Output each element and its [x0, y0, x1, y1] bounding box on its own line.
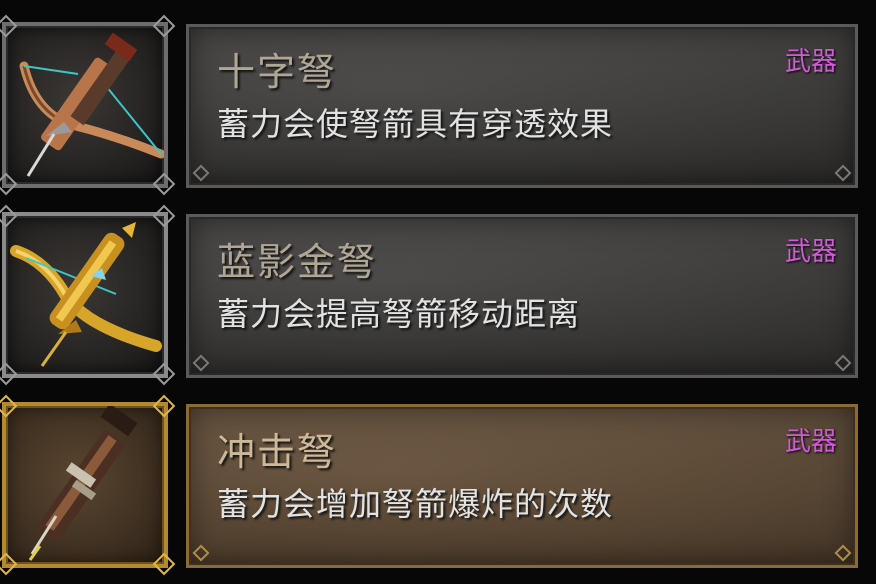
wooden-crossbow-icon — [19, 32, 164, 177]
item-icon-frame[interactable] — [0, 394, 176, 576]
item-card: 冲击弩 武器 蓄力会增加弩箭爆炸的次数 — [186, 404, 858, 568]
item-name: 蓝影金弩 — [217, 240, 378, 284]
item-row[interactable]: 十字弩 武器 蓄力会使弩箭具有穿透效果 — [0, 14, 876, 196]
item-row[interactable]: 蓝影金弩 武器 蓄力会提高弩箭移动距离 — [0, 204, 876, 386]
item-type-tag: 武器 — [784, 47, 837, 77]
item-type-tag: 武器 — [784, 237, 837, 267]
item-description: 蓄力会使弩箭具有穿透效果 — [217, 105, 614, 143]
item-card: 十字弩 武器 蓄力会使弩箭具有穿透效果 — [186, 24, 858, 188]
item-type-tag: 武器 — [784, 427, 837, 457]
item-description: 蓄力会提高弩箭移动距离 — [217, 295, 581, 333]
item-icon-frame[interactable] — [0, 204, 176, 386]
item-description: 蓄力会增加弩箭爆炸的次数 — [217, 485, 614, 523]
item-row[interactable]: 冲击弩 武器 蓄力会增加弩箭爆炸的次数 — [0, 394, 876, 576]
item-name: 十字弩 — [217, 50, 338, 94]
item-name: 冲击弩 — [217, 430, 338, 474]
golden-crossbow-icon — [10, 222, 162, 367]
item-icon-frame[interactable] — [0, 14, 176, 196]
impact-crossbow-icon — [28, 406, 138, 561]
item-card: 蓝影金弩 武器 蓄力会提高弩箭移动距离 — [186, 214, 858, 378]
